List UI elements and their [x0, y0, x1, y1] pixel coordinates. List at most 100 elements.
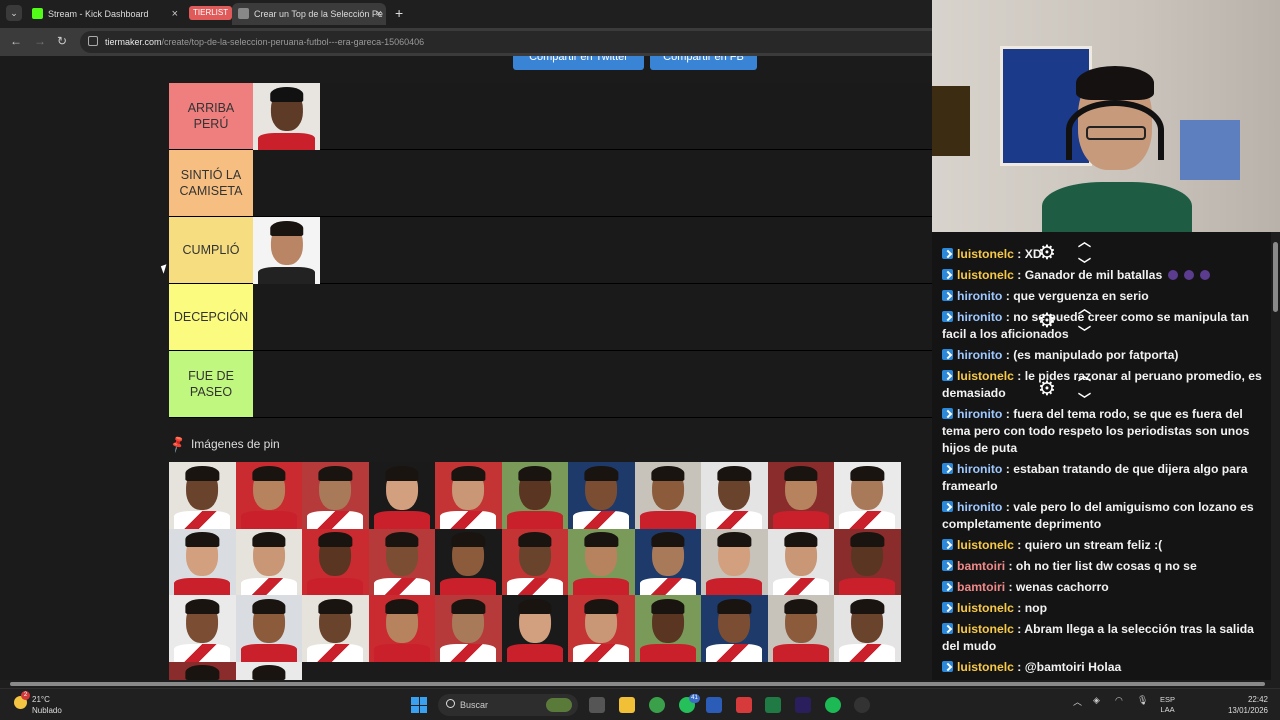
chevron-down-icon[interactable]: ﹀ [1078, 254, 1091, 273]
close-tab-icon[interactable]: × [172, 3, 178, 25]
new-tab-button[interactable]: + [395, 5, 403, 21]
pool-player-image[interactable] [169, 462, 236, 529]
tier-label[interactable]: FUE DE PASEO [169, 351, 253, 417]
chat-username[interactable]: bamtoiri [957, 559, 1005, 573]
task-view-icon[interactable] [589, 697, 605, 713]
app-red-icon[interactable] [736, 697, 752, 713]
pool-player-image[interactable] [568, 528, 635, 595]
chat-username[interactable]: hironito [957, 289, 1002, 303]
tab-kick-dashboard[interactable]: Stream - Kick Dashboard × [26, 3, 182, 25]
chat-username[interactable]: hironito [957, 500, 1002, 514]
pool-player-image[interactable] [235, 462, 302, 529]
pool-player-image[interactable] [634, 528, 701, 595]
chat-username[interactable]: bamtoiri [957, 580, 1005, 594]
file-explorer-icon[interactable] [619, 697, 635, 713]
excel-icon[interactable] [765, 697, 781, 713]
pool-player-image[interactable] [767, 595, 834, 662]
tier-label[interactable]: SINTIÓ LA CAMISETA [169, 150, 253, 216]
player-image[interactable] [253, 83, 320, 150]
chat-username[interactable]: hironito [957, 310, 1002, 324]
tier-label[interactable]: CUMPLIÓ [169, 217, 253, 283]
close-tab-icon[interactable]: × [376, 3, 382, 25]
spotify-icon[interactable] [825, 697, 841, 713]
chat-username[interactable]: luistonelc [957, 268, 1014, 282]
obs-icon[interactable] [854, 697, 870, 713]
tier-items[interactable] [253, 83, 932, 150]
tier-items[interactable] [253, 351, 932, 417]
chevron-up-icon[interactable]: ︿ [1078, 365, 1091, 384]
scrollbar-thumb[interactable] [10, 682, 1265, 686]
horizontal-scrollbar[interactable] [0, 680, 1280, 688]
chat-username[interactable]: luistonelc [957, 538, 1014, 552]
microphone-icon[interactable]: 🎙 [1137, 695, 1148, 706]
weather-widget[interactable]: 2 21°C Nublado [14, 691, 62, 716]
pool-player-image[interactable] [501, 595, 568, 662]
pool-player-image[interactable] [302, 528, 369, 595]
pool-player-image[interactable] [834, 595, 901, 662]
tier-label[interactable]: ARRIBA PERÚ [169, 83, 253, 149]
pool-player-image[interactable] [701, 462, 768, 529]
pool-player-image[interactable] [435, 528, 502, 595]
pool-player-image[interactable] [834, 462, 901, 529]
pool-player-image[interactable] [302, 462, 369, 529]
tray-chevron-icon[interactable]: ︿ [1073, 695, 1082, 708]
chat-username[interactable]: luistonelc [957, 622, 1014, 636]
pool-player-image[interactable] [701, 528, 768, 595]
pool-player-image[interactable] [501, 462, 568, 529]
pool-player-image[interactable] [568, 595, 635, 662]
chat-username[interactable]: hironito [957, 462, 1002, 476]
chat-username[interactable]: luistonelc [957, 247, 1014, 261]
reload-icon[interactable]: ↻ [57, 34, 67, 48]
share-fb-button[interactable]: Compartir en FB [650, 56, 757, 70]
taskbar-search[interactable]: Buscar [438, 694, 578, 716]
chat-username[interactable]: luistonelc [957, 601, 1014, 615]
wifi-icon[interactable]: ◠ [1115, 695, 1123, 706]
pool-player-image[interactable] [634, 595, 701, 662]
system-clock[interactable]: 22:42 13/01/2026 [1220, 694, 1268, 716]
vertical-scrollbar[interactable] [1271, 232, 1280, 680]
tier-label[interactable]: DECEPCIÓN [169, 284, 253, 350]
chevron-down-icon[interactable]: ﹀ [1078, 322, 1091, 341]
chevron-up-icon[interactable]: ︿ [1078, 298, 1091, 317]
pool-player-image[interactable] [235, 528, 302, 595]
chrome-icon[interactable] [649, 697, 665, 713]
chat-username[interactable]: hironito [957, 348, 1002, 362]
pool-player-image[interactable] [435, 595, 502, 662]
pool-player-image[interactable] [235, 595, 302, 662]
chevron-up-icon[interactable]: ︿ [1078, 232, 1091, 250]
chevron-down-icon[interactable]: ﹀ [1078, 389, 1091, 408]
pool-player-image[interactable] [634, 462, 701, 529]
gear-icon[interactable]: ⚙ [1038, 240, 1056, 265]
pool-player-image[interactable] [235, 661, 302, 680]
player-image[interactable] [253, 217, 320, 284]
whatsapp-icon[interactable]: 41 [679, 694, 700, 713]
tier-items[interactable] [253, 284, 932, 350]
pool-player-image[interactable] [368, 528, 435, 595]
pool-player-image[interactable] [501, 528, 568, 595]
windows-start-icon[interactable] [411, 697, 427, 713]
pool-player-image[interactable] [767, 462, 834, 529]
pool-player-image[interactable] [568, 462, 635, 529]
pool-player-image[interactable] [834, 528, 901, 595]
pool-player-image[interactable] [302, 595, 369, 662]
gear-icon[interactable]: ⚙ [1038, 308, 1056, 333]
share-twitter-button[interactable]: Compartir en Twitter [513, 56, 644, 70]
forward-arrow-icon[interactable]: → [34, 34, 46, 48]
tier-items[interactable] [253, 217, 932, 284]
chat-username[interactable]: luistonelc [957, 660, 1014, 674]
tab-group-label[interactable]: TIERLIST [189, 6, 233, 20]
tray-app-icon[interactable]: ◈ [1093, 695, 1100, 706]
tab-tiermaker[interactable]: Crear un Top de la Selección Pe × [232, 3, 386, 25]
chat-username[interactable]: luistonelc [957, 369, 1014, 383]
back-arrow-icon[interactable]: ← [10, 34, 22, 48]
premiere-icon[interactable] [795, 697, 811, 713]
pool-player-image[interactable] [701, 595, 768, 662]
pool-player-image[interactable] [767, 528, 834, 595]
pool-player-image[interactable] [435, 462, 502, 529]
chat-username[interactable]: hironito [957, 407, 1002, 421]
pool-player-image[interactable] [169, 528, 236, 595]
gear-icon[interactable]: ⚙ [1038, 376, 1056, 401]
pool-player-image[interactable] [169, 595, 236, 662]
pool-player-image[interactable] [368, 462, 435, 529]
pool-player-image[interactable] [169, 661, 236, 680]
